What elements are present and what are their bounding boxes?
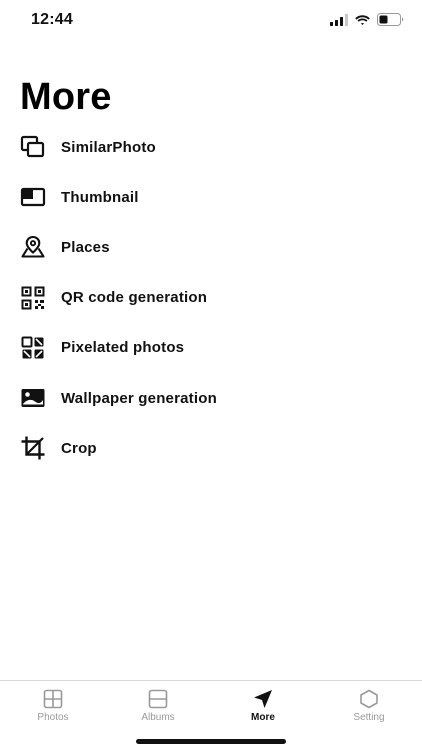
tab-photos[interactable]: Photos — [8, 689, 98, 723]
menu-item-thumbnail[interactable]: Thumbnail — [0, 172, 422, 222]
photos-grid-icon — [43, 689, 63, 709]
menu-item-places[interactable]: Places — [0, 222, 422, 272]
status-time: 12:44 — [31, 11, 73, 28]
wallpaper-icon — [20, 385, 46, 411]
tab-label: Photos — [37, 712, 69, 723]
menu-item-wallpaper-generation[interactable]: Wallpaper generation — [0, 373, 422, 423]
more-menu-list: SimilarPhoto Thumbnail Places QR code ge… — [0, 122, 422, 473]
menu-item-label: Places — [61, 238, 110, 256]
tab-albums[interactable]: Albums — [113, 689, 203, 723]
status-bar: 12:44 — [0, 0, 422, 44]
pixelate-icon — [20, 335, 46, 361]
albums-icon — [148, 689, 168, 709]
menu-item-similar-photo[interactable]: SimilarPhoto — [0, 122, 422, 172]
tab-more[interactable]: More — [218, 689, 308, 723]
page-title: More — [20, 76, 112, 118]
thumbnail-icon — [20, 184, 46, 210]
menu-item-label: SimilarPhoto — [61, 138, 156, 156]
crop-icon — [20, 435, 46, 461]
tab-label: More — [251, 712, 275, 723]
menu-item-label: QR code generation — [61, 289, 208, 307]
map-pin-icon — [20, 234, 46, 260]
wifi-icon — [355, 14, 370, 25]
menu-item-pixelated-photos[interactable]: Pixelated photos — [0, 323, 422, 373]
menu-item-qr-code[interactable]: QR code generation — [0, 273, 422, 323]
navigation-arrow-icon — [254, 690, 272, 708]
cellular-signal-icon — [330, 13, 348, 26]
battery-icon — [377, 13, 404, 26]
tab-setting[interactable]: Setting — [324, 689, 414, 723]
status-icons — [330, 13, 404, 26]
tab-label: Albums — [141, 712, 175, 723]
menu-item-label: Wallpaper generation — [61, 389, 217, 407]
tab-label: Setting — [353, 712, 385, 723]
hexagon-icon — [360, 689, 378, 709]
similar-photo-icon — [20, 134, 46, 160]
menu-item-crop[interactable]: Crop — [0, 423, 422, 473]
qr-code-icon — [20, 285, 46, 311]
menu-item-label: Thumbnail — [61, 188, 139, 206]
home-indicator[interactable] — [136, 739, 286, 744]
menu-item-label: Pixelated photos — [61, 339, 185, 357]
menu-item-label: Crop — [61, 439, 97, 457]
